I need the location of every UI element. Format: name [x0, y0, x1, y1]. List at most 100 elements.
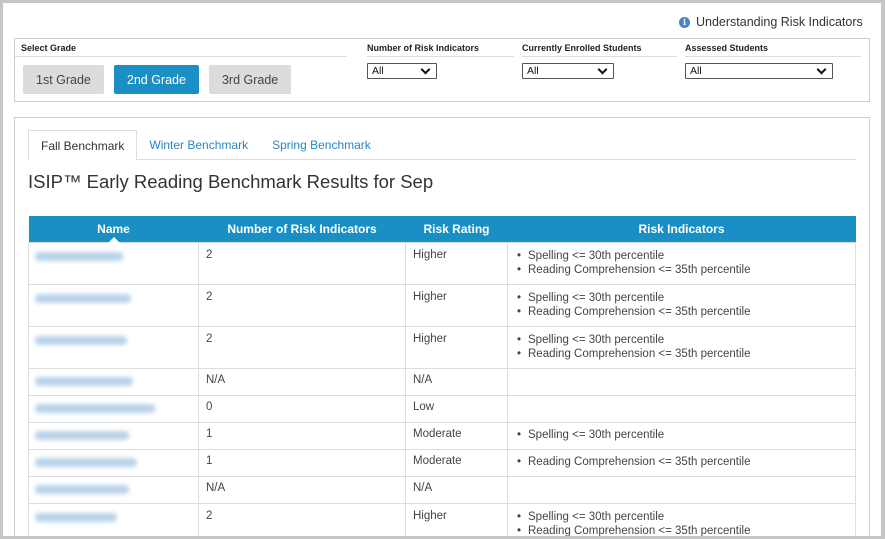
risk-indicator-item: Spelling <= 30th percentile — [515, 249, 848, 263]
risk-indicator-item: Reading Comprehension <= 35th percentile — [515, 524, 848, 537]
risk-rating-cell: Higher — [405, 325, 508, 369]
table-row: 2Higher Spelling <= 30th percentileReadin… — [28, 502, 856, 537]
chevron-down-icon — [597, 64, 608, 74]
risk-indicators-cell — [507, 475, 856, 504]
table-row: 2HigherSpelling <= 30th percentileReadin… — [28, 325, 856, 369]
redacted-student-name[interactable] — [35, 457, 137, 467]
risk-indicators-cell: Spelling <= 30th percentileReading Compr… — [507, 502, 856, 537]
redacted-student-name[interactable] — [35, 335, 127, 345]
redacted-student-name[interactable] — [35, 430, 129, 440]
risk-indicators-select-value: All — [372, 65, 384, 77]
student-name-cell[interactable] — [28, 475, 199, 504]
risk-indicators-cell: Spelling <= 30th percentile — [507, 421, 856, 450]
table-row: 2HigherSpelling <= 30th percentileReadin… — [28, 241, 856, 285]
table-row: 1Moderate Reading Comprehension <= 35th p… — [28, 448, 856, 477]
risk-rating-cell: Moderate — [405, 421, 508, 450]
column-header-risk-indicators[interactable]: Risk Indicators — [507, 216, 856, 242]
risk-rating-cell: N/A — [405, 475, 508, 504]
report-frame: i Understanding Risk Indicators Select G… — [3, 3, 881, 536]
grade-3-button[interactable]: 3rd Grade — [208, 65, 292, 94]
table-row: N/A N/A — [28, 475, 856, 504]
risk-indicator-list: Spelling <= 30th percentileReading Compr… — [515, 333, 848, 361]
tab-spring-benchmark[interactable]: Spring Benchmark — [260, 130, 383, 160]
risk-indicators-cell: Spelling <= 30th percentileReading Compr… — [507, 241, 856, 285]
risk-rating-cell: Higher — [405, 283, 508, 327]
risk-count-cell: N/A — [198, 475, 406, 504]
assessed-filter: Assessed Students All — [685, 43, 861, 79]
risk-indicators-cell: Reading Comprehension <= 35th percentile — [507, 448, 856, 477]
enrolled-filter-label: Currently Enrolled Students — [522, 43, 677, 57]
risk-count-cell: 2 — [198, 325, 406, 369]
results-panel: Fall Benchmark Winter Benchmark Spring B… — [14, 117, 870, 536]
tab-winter-benchmark[interactable]: Winter Benchmark — [137, 130, 260, 160]
table-row: 0 Low — [28, 394, 856, 423]
understanding-risk-indicators-link[interactable]: i Understanding Risk Indicators — [679, 13, 863, 31]
risk-count-cell: 2 — [198, 241, 406, 285]
results-table: Name Number of Risk Indicators Risk Rati… — [28, 216, 856, 536]
grade-2-button[interactable]: 2nd Grade — [113, 65, 199, 94]
student-name-cell[interactable] — [28, 394, 199, 423]
redacted-student-name[interactable] — [35, 251, 123, 261]
redacted-student-name[interactable] — [35, 512, 117, 522]
table-row: 1Moderate Spelling <= 30th percentile — [28, 421, 856, 450]
chevron-down-icon — [816, 64, 827, 74]
student-name-cell[interactable] — [28, 283, 199, 327]
risk-indicator-item: Spelling <= 30th percentile — [515, 510, 848, 524]
grade-1-button[interactable]: 1st Grade — [23, 65, 104, 94]
column-header-risk-rating[interactable]: Risk Rating — [405, 216, 508, 242]
risk-count-cell: 0 — [198, 394, 406, 423]
risk-indicator-list: Spelling <= 30th percentile — [515, 428, 848, 442]
risk-indicator-list: Spelling <= 30th percentileReading Compr… — [515, 510, 848, 537]
risk-indicators-cell: Spelling <= 30th percentileReading Compr… — [507, 325, 856, 369]
redacted-student-name[interactable] — [35, 403, 155, 413]
student-name-cell[interactable] — [28, 421, 199, 450]
chevron-down-icon — [420, 64, 431, 74]
assessed-select-value: All — [690, 65, 702, 77]
grade-filter: Select Grade 1st Grade 2nd Grade 3rd Gra… — [15, 43, 347, 94]
risk-count-cell: 2 — [198, 502, 406, 536]
risk-indicators-cell — [507, 394, 856, 423]
risk-indicator-item: Reading Comprehension <= 35th percentile — [515, 263, 848, 277]
table-row: 2Higher Spelling <= 30th percentileReadin… — [28, 283, 856, 327]
risk-indicator-item: Reading Comprehension <= 35th percentile — [515, 455, 848, 469]
risk-count-cell: 2 — [198, 283, 406, 327]
enrolled-select-value: All — [527, 65, 539, 77]
benchmark-tabs: Fall Benchmark Winter Benchmark Spring B… — [28, 130, 856, 161]
redacted-student-name[interactable] — [35, 484, 129, 494]
help-link-label: Understanding Risk Indicators — [696, 15, 863, 29]
risk-rating-cell: N/A — [405, 367, 508, 396]
risk-count-cell: N/A — [198, 367, 406, 396]
enrolled-filter: Currently Enrolled Students All — [522, 43, 677, 79]
student-name-cell[interactable] — [28, 502, 199, 536]
assessed-filter-label: Assessed Students — [685, 43, 861, 57]
risk-count-cell: 1 — [198, 421, 406, 450]
page-title: ISIP™ Early Reading Benchmark Results fo… — [28, 171, 434, 192]
risk-indicator-item: Reading Comprehension <= 35th percentile — [515, 347, 848, 361]
redacted-student-name[interactable] — [35, 376, 133, 386]
risk-indicators-filter: Number of Risk Indicators All — [367, 43, 514, 79]
risk-rating-cell: Higher — [405, 241, 508, 285]
risk-indicator-item: Spelling <= 30th percentile — [515, 291, 848, 305]
risk-indicator-item: Reading Comprehension <= 35th percentile — [515, 305, 848, 319]
risk-rating-cell: Higher — [405, 502, 508, 536]
enrolled-select[interactable]: All — [522, 63, 614, 79]
grade-filter-label: Select Grade — [15, 43, 347, 57]
risk-indicators-select[interactable]: All — [367, 63, 437, 79]
grade-button-group: 1st Grade 2nd Grade 3rd Grade — [23, 65, 347, 94]
risk-rating-cell: Low — [405, 394, 508, 423]
info-icon: i — [679, 16, 690, 28]
redacted-student-name[interactable] — [35, 293, 131, 303]
risk-count-cell: 1 — [198, 448, 406, 477]
risk-indicator-list: Spelling <= 30th percentileReading Compr… — [515, 249, 848, 277]
tab-fall-benchmark[interactable]: Fall Benchmark — [28, 130, 138, 161]
student-name-cell[interactable] — [28, 325, 199, 369]
student-name-cell[interactable] — [28, 448, 199, 477]
column-header-name[interactable]: Name — [28, 216, 199, 243]
column-header-risk-count[interactable]: Number of Risk Indicators — [198, 216, 406, 242]
risk-indicator-item: Spelling <= 30th percentile — [515, 333, 848, 347]
risk-indicator-item: Spelling <= 30th percentile — [515, 428, 848, 442]
assessed-select[interactable]: All — [685, 63, 833, 79]
risk-indicator-list: Reading Comprehension <= 35th percentile — [515, 455, 848, 469]
student-name-cell[interactable] — [28, 241, 199, 285]
student-name-cell[interactable] — [28, 367, 199, 396]
